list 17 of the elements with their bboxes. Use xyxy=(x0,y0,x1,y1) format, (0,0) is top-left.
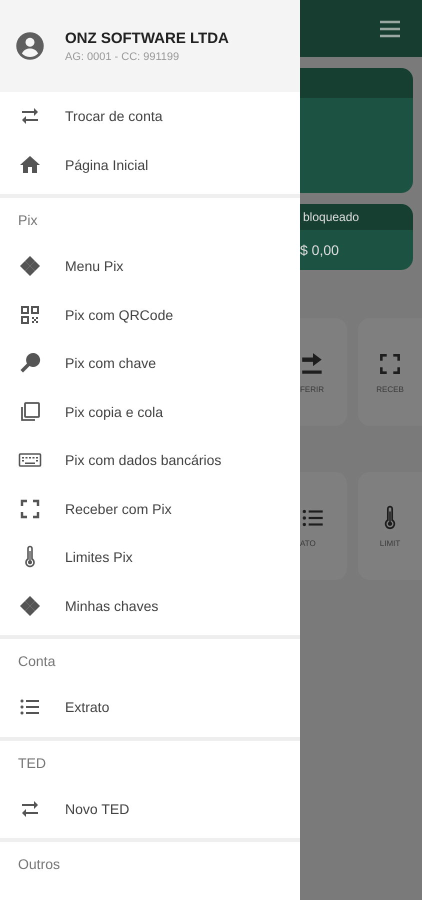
diamond-cluster-icon xyxy=(18,594,42,618)
diamond-cluster-icon xyxy=(18,254,42,278)
copy-icon xyxy=(18,400,42,424)
card-title: bloqueado xyxy=(303,210,360,224)
section-header: TED xyxy=(17,754,47,772)
tile-label: RECEB xyxy=(376,384,404,394)
section-header: Outros xyxy=(17,855,62,874)
tile-label: ATO xyxy=(300,538,316,548)
section-header: Conta xyxy=(17,652,56,671)
account-name: ONZ SOFTWARE LTDA xyxy=(65,30,229,46)
account-details: AG: 0001 - CC: 991199 xyxy=(65,50,180,62)
menu-icon[interactable] xyxy=(379,20,401,38)
avatar-icon xyxy=(15,31,45,61)
tile-label: FERIR xyxy=(300,384,324,394)
section-header: Pix xyxy=(17,211,38,230)
blocked-amount: $ 0,00 xyxy=(300,241,340,258)
tile-label: LIMIT xyxy=(380,538,400,548)
